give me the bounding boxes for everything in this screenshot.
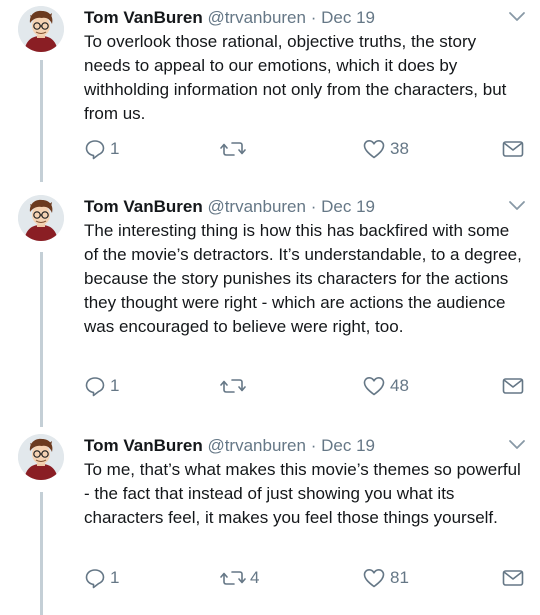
reply-count: 1 (110, 139, 120, 158)
separator: · (310, 197, 317, 216)
avatar[interactable] (18, 434, 64, 480)
retweet-icon (220, 571, 246, 585)
tweet-text: To me, that’s what makes this movie’s th… (84, 460, 521, 527)
message-button[interactable] (501, 374, 525, 398)
author-name[interactable]: Tom VanBuren (84, 8, 203, 27)
separator: · (310, 436, 317, 455)
tweet[interactable]: Tom VanBuren @trvanburen · Dec 19 The in… (0, 195, 540, 415)
tweet-text: The interesting thing is how this has ba… (84, 221, 522, 336)
tweet-actions: 1 38 (0, 137, 540, 161)
like-count: 38 (390, 139, 409, 158)
avatar[interactable] (18, 195, 64, 241)
chevron-down-icon[interactable] (508, 10, 526, 24)
tweet-header: Tom VanBuren @trvanburen · Dec 19 (84, 6, 375, 30)
heart-icon (363, 140, 385, 159)
retweet-button[interactable]: 4 (220, 566, 259, 590)
reply-icon (85, 569, 105, 589)
like-count: 81 (390, 568, 409, 587)
envelope-icon (502, 570, 524, 586)
retweet-icon (220, 142, 246, 156)
like-count: 48 (390, 376, 409, 395)
heart-icon (363, 569, 385, 588)
reply-icon (85, 377, 105, 397)
author-name[interactable]: Tom VanBuren (84, 436, 203, 455)
retweet-button[interactable] (220, 137, 250, 161)
reply-button[interactable]: 1 (84, 374, 119, 398)
author-handle[interactable]: @trvanburen (207, 8, 306, 27)
heart-icon (363, 377, 385, 396)
reply-button[interactable]: 1 (84, 566, 119, 590)
retweet-button[interactable] (220, 374, 250, 398)
separator: · (310, 8, 317, 27)
retweet-icon (220, 379, 246, 393)
author-name[interactable]: Tom VanBuren (84, 197, 203, 216)
retweet-count: 4 (250, 568, 260, 587)
tweet[interactable]: Tom VanBuren @trvanburen · Dec 19 To me,… (0, 434, 540, 604)
tweet-header: Tom VanBuren @trvanburen · Dec 19 (84, 434, 375, 458)
author-handle[interactable]: @trvanburen (207, 197, 306, 216)
avatar[interactable] (18, 6, 64, 52)
tweet[interactable]: Tom VanBuren @trvanburen · Dec 19 To ove… (0, 6, 540, 176)
tweet-actions: 1 4 81 (0, 566, 540, 590)
tweet-header: Tom VanBuren @trvanburen · Dec 19 (84, 195, 375, 219)
tweet-date[interactable]: Dec 19 (321, 436, 375, 455)
envelope-icon (502, 378, 524, 394)
envelope-icon (502, 141, 524, 157)
reply-count: 1 (110, 376, 120, 395)
reply-count: 1 (110, 568, 120, 587)
like-button[interactable]: 48 (362, 374, 409, 398)
chevron-down-icon[interactable] (508, 199, 526, 213)
author-handle[interactable]: @trvanburen (207, 436, 306, 455)
like-button[interactable]: 38 (362, 137, 409, 161)
like-button[interactable]: 81 (362, 566, 409, 590)
message-button[interactable] (501, 566, 525, 590)
reply-button[interactable]: 1 (84, 137, 119, 161)
chevron-down-icon[interactable] (508, 438, 526, 452)
tweet-date[interactable]: Dec 19 (321, 8, 375, 27)
message-button[interactable] (501, 137, 525, 161)
tweet-actions: 1 48 (0, 374, 540, 398)
reply-icon (85, 140, 105, 160)
tweet-date[interactable]: Dec 19 (321, 197, 375, 216)
tweet-text: To overlook those rational, objective tr… (84, 32, 507, 123)
